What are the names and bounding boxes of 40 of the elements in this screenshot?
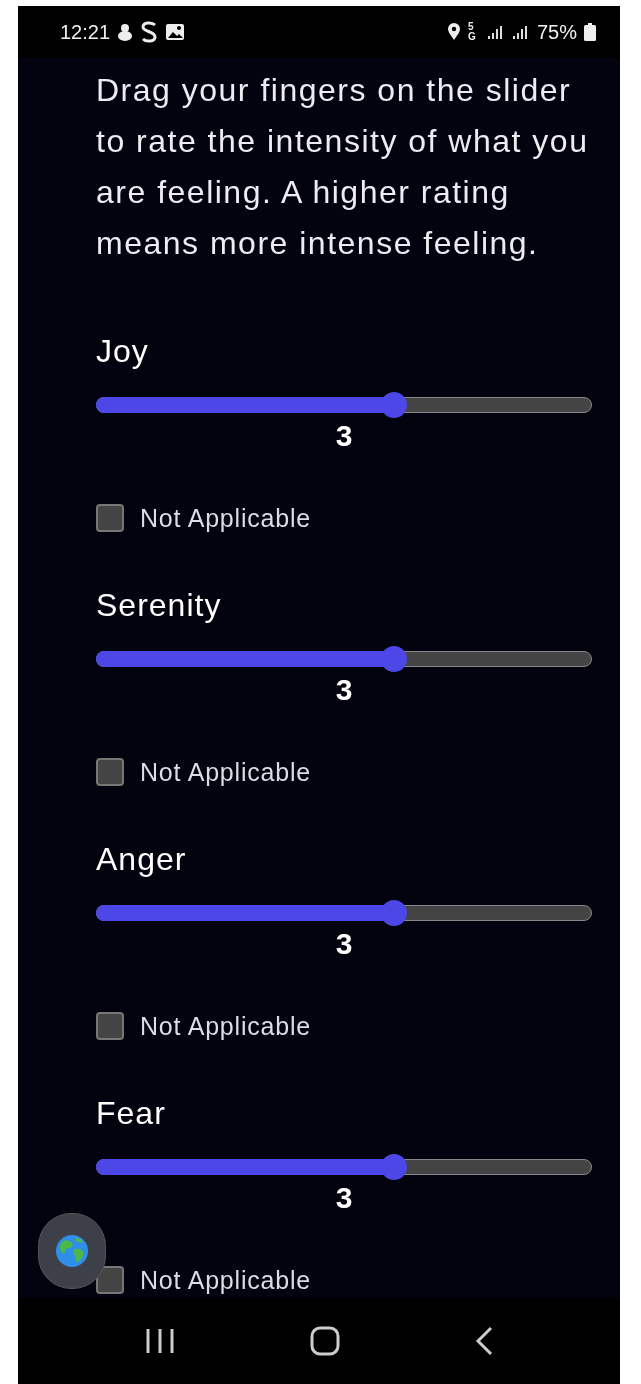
notification-icon	[117, 23, 134, 41]
rating-value: 3	[335, 419, 353, 453]
instructions-text: Drag your fingers on the slider to rate the intensity of what you are feeling. A higher rating means more intense feeling.	[96, 71, 590, 263]
battery-percentage: 75%	[536, 20, 577, 44]
emotion-label: Serenity	[96, 586, 223, 625]
network-type: 5G	[467, 22, 477, 42]
slider-thumb[interactable]	[380, 1154, 407, 1180]
language-button[interactable]	[38, 1213, 106, 1289]
rating-value: 3	[335, 673, 353, 707]
checkbox-label: Not Applicable	[140, 1011, 312, 1041]
slider-track[interactable]	[96, 397, 592, 413]
checkbox[interactable]	[96, 758, 124, 786]
slider-thumb[interactable]	[380, 900, 407, 926]
battery-icon	[584, 23, 596, 41]
globe-icon	[55, 1234, 89, 1268]
checkbox-label: Not Applicable	[140, 503, 312, 533]
image-icon	[165, 23, 186, 41]
rating-value: 3	[335, 927, 353, 961]
signal-icon	[511, 24, 530, 40]
recent-apps-icon[interactable]	[145, 1327, 176, 1355]
emotion-label: Joy	[96, 332, 150, 371]
slider-thumb[interactable]	[380, 646, 407, 672]
rating-value: 3	[335, 1181, 353, 1215]
emotion-label: Fear	[96, 1094, 167, 1133]
checkbox-label: Not Applicable	[140, 1265, 312, 1295]
clock-time: 12:21	[60, 20, 111, 44]
slider-track[interactable]	[96, 905, 592, 921]
slider-track[interactable]	[96, 651, 592, 667]
location-icon	[446, 23, 461, 41]
home-icon[interactable]	[310, 1326, 340, 1356]
slider-track[interactable]	[96, 1159, 592, 1175]
signal-icon	[486, 24, 505, 40]
checkbox[interactable]	[96, 1266, 124, 1294]
checkbox-label: Not Applicable	[140, 757, 312, 787]
emotion-label: Anger	[96, 840, 188, 879]
checkbox[interactable]	[96, 504, 124, 532]
back-icon[interactable]	[474, 1326, 493, 1356]
slider-thumb[interactable]	[380, 392, 407, 418]
s-logo-icon	[140, 21, 159, 43]
checkbox[interactable]	[96, 1012, 124, 1040]
